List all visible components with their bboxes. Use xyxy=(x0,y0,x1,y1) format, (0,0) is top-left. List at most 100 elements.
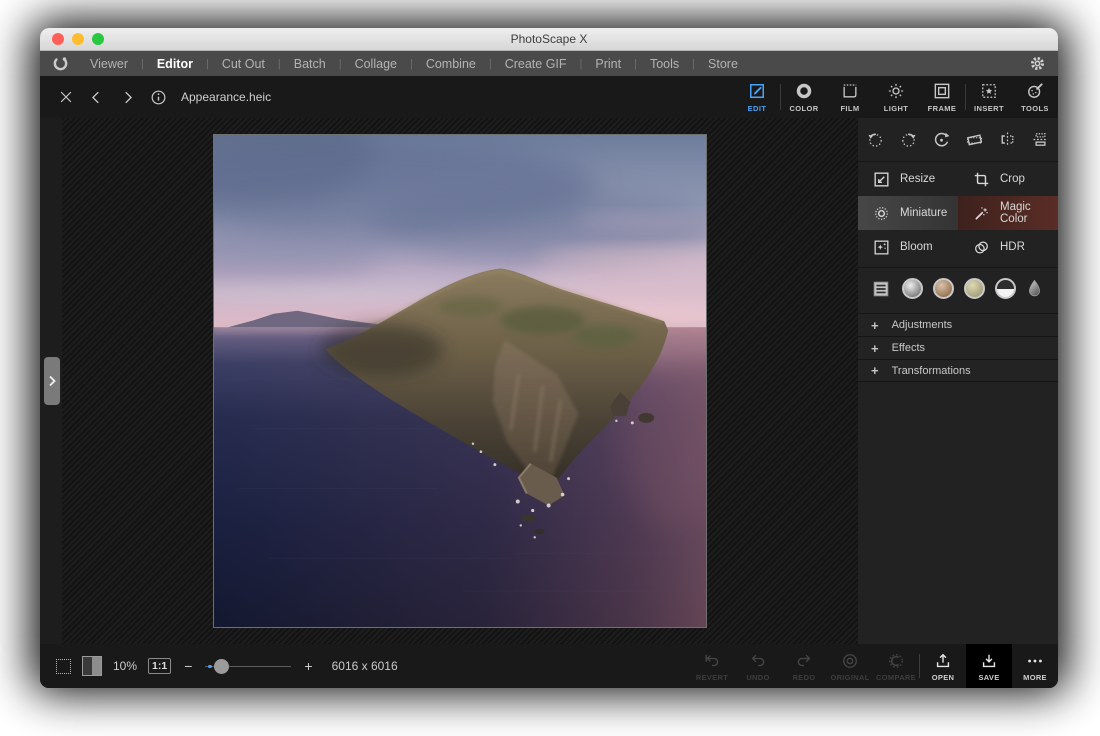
open-filename: Appearance.heic xyxy=(181,90,271,104)
menu-item-tools[interactable]: Tools xyxy=(637,57,692,71)
menu-item-store[interactable]: Store xyxy=(695,57,751,71)
left-gutter xyxy=(40,118,62,644)
navigation-group: Appearance.heic xyxy=(40,84,271,111)
image-dimensions: 6016 x 6016 xyxy=(332,659,398,673)
canvas-area[interactable] xyxy=(62,118,858,644)
traffic-lights xyxy=(52,33,104,45)
light-sun-icon xyxy=(886,81,906,101)
zoom-in-button[interactable]: + xyxy=(302,658,314,674)
photoscape-window: PhotoScape X Viewer| Editor| Cut Out| Ba… xyxy=(40,28,1058,688)
fullscreen-window-button[interactable] xyxy=(92,33,104,45)
selection-grid-icon[interactable] xyxy=(56,659,71,674)
expand-plus-icon: + xyxy=(871,318,879,333)
tools-palette-icon xyxy=(1025,81,1045,101)
section-adjustments[interactable]: + Adjustments xyxy=(858,313,1058,336)
tool-miniature[interactable]: Miniature xyxy=(858,196,958,230)
zoom-actual-size-button[interactable]: 1:1 xyxy=(148,658,171,674)
tab-color[interactable]: COLOR xyxy=(781,76,827,118)
statusbar: 10% 1:1 − + 6016 x 6016 REVERT UNDO RE xyxy=(40,644,1058,688)
sage-filter-circle-icon[interactable] xyxy=(964,278,985,299)
main-body: Resize Crop Miniature Magic Color Bloom xyxy=(40,118,1058,644)
warm-filter-circle-icon[interactable] xyxy=(933,278,954,299)
tab-light[interactable]: LIGHT xyxy=(873,76,919,118)
hdr-icon xyxy=(972,238,991,257)
zoom-slider-handle[interactable] xyxy=(214,659,229,674)
menu-item-cutout[interactable]: Cut Out xyxy=(209,57,278,71)
menu-items: Viewer| Editor| Cut Out| Batch| Collage|… xyxy=(77,57,751,71)
edit-panel: Resize Crop Miniature Magic Color Bloom xyxy=(858,118,1058,644)
tab-tools[interactable]: TOOLS xyxy=(1012,76,1058,118)
tool-resize[interactable]: Resize xyxy=(858,162,958,196)
next-image-button[interactable] xyxy=(114,84,141,111)
zoom-out-button[interactable]: − xyxy=(182,658,194,674)
titlebar: PhotoScape X xyxy=(40,28,1058,51)
close-image-button[interactable] xyxy=(52,84,79,111)
previous-image-button[interactable] xyxy=(83,84,110,111)
menu-item-viewer[interactable]: Viewer xyxy=(77,57,141,71)
photo-island-seascape[interactable] xyxy=(213,134,707,628)
menu-item-print[interactable]: Print xyxy=(582,57,634,71)
tool-magic-color[interactable]: Magic Color xyxy=(958,196,1058,230)
tool-hdr[interactable]: HDR xyxy=(958,230,1058,264)
menu-item-creategif[interactable]: Create GIF xyxy=(492,57,580,71)
revert-button: REVERT xyxy=(689,644,735,688)
photoscape-logo-icon[interactable] xyxy=(52,55,69,72)
crop-icon xyxy=(972,170,991,189)
info-icon[interactable] xyxy=(145,84,172,111)
redo-button: REDO xyxy=(781,644,827,688)
rotate-tools-row xyxy=(858,118,1058,162)
flip-horizontal-icon[interactable] xyxy=(995,127,1020,152)
expand-sidebar-button[interactable] xyxy=(44,357,60,405)
zoom-slider[interactable] xyxy=(205,659,291,674)
droplet-icon[interactable] xyxy=(1026,278,1043,299)
more-button[interactable]: MORE xyxy=(1012,644,1058,688)
split-tone-circle-icon[interactable] xyxy=(995,278,1016,299)
tab-edit[interactable]: EDIT xyxy=(734,76,780,118)
more-icon xyxy=(1025,651,1045,671)
compare-button: COMPARE xyxy=(873,644,919,688)
zoom-level-value[interactable]: 10% xyxy=(113,659,137,673)
filter-shortcuts-row xyxy=(858,267,1058,309)
mode-tabs: EDIT COLOR FILM LIGHT FRAME INS xyxy=(734,76,1058,118)
rotate-counterclockwise-icon[interactable] xyxy=(863,127,888,152)
original-icon xyxy=(840,651,860,671)
tab-insert[interactable]: INSERT xyxy=(966,76,1012,118)
film-frame-icon xyxy=(840,81,860,101)
minimize-window-button[interactable] xyxy=(72,33,84,45)
settings-gear-icon[interactable] xyxy=(1029,55,1046,72)
menu-item-editor[interactable]: Editor xyxy=(144,57,206,71)
zoom-slider-tick xyxy=(208,665,212,669)
gray-filter-circle-icon[interactable] xyxy=(902,278,923,299)
close-window-button[interactable] xyxy=(52,33,64,45)
menu-item-collage[interactable]: Collage xyxy=(342,57,410,71)
background-toggle-icon[interactable] xyxy=(82,656,102,676)
section-effects[interactable]: + Effects xyxy=(858,336,1058,359)
action-buttons: REVERT UNDO REDO ORIGINAL COMPARE OPEN xyxy=(689,644,1058,688)
open-icon xyxy=(933,651,953,671)
tool-bloom[interactable]: Bloom xyxy=(858,230,958,264)
color-ring-icon xyxy=(794,81,814,101)
menubar: Viewer| Editor| Cut Out| Batch| Collage|… xyxy=(40,51,1058,76)
redo-icon xyxy=(794,651,814,671)
straighten-icon[interactable] xyxy=(962,127,987,152)
edit-toolbar: Appearance.heic EDIT COLOR FILM LIGHT xyxy=(40,76,1058,118)
tool-grid: Resize Crop Miniature Magic Color Bloom xyxy=(858,162,1058,264)
rotate-clockwise-icon[interactable] xyxy=(896,127,921,152)
filter-list-icon[interactable] xyxy=(870,278,892,300)
menu-item-combine[interactable]: Combine xyxy=(413,57,489,71)
free-rotate-icon[interactable] xyxy=(929,127,954,152)
section-transformations[interactable]: + Transformations xyxy=(858,359,1058,382)
miniature-icon xyxy=(872,204,891,223)
tool-crop[interactable]: Crop xyxy=(958,162,1058,196)
open-button[interactable]: OPEN xyxy=(920,644,966,688)
save-button[interactable]: SAVE xyxy=(966,644,1012,688)
menu-item-batch[interactable]: Batch xyxy=(281,57,339,71)
collapsible-sections: + Adjustments + Effects + Transformation… xyxy=(858,313,1058,382)
tab-frame[interactable]: FRAME xyxy=(919,76,965,118)
original-button: ORIGINAL xyxy=(827,644,873,688)
tab-film[interactable]: FILM xyxy=(827,76,873,118)
flip-vertical-icon[interactable] xyxy=(1028,127,1053,152)
frame-icon xyxy=(932,81,952,101)
revert-icon xyxy=(702,651,722,671)
magic-wand-icon xyxy=(972,204,991,223)
